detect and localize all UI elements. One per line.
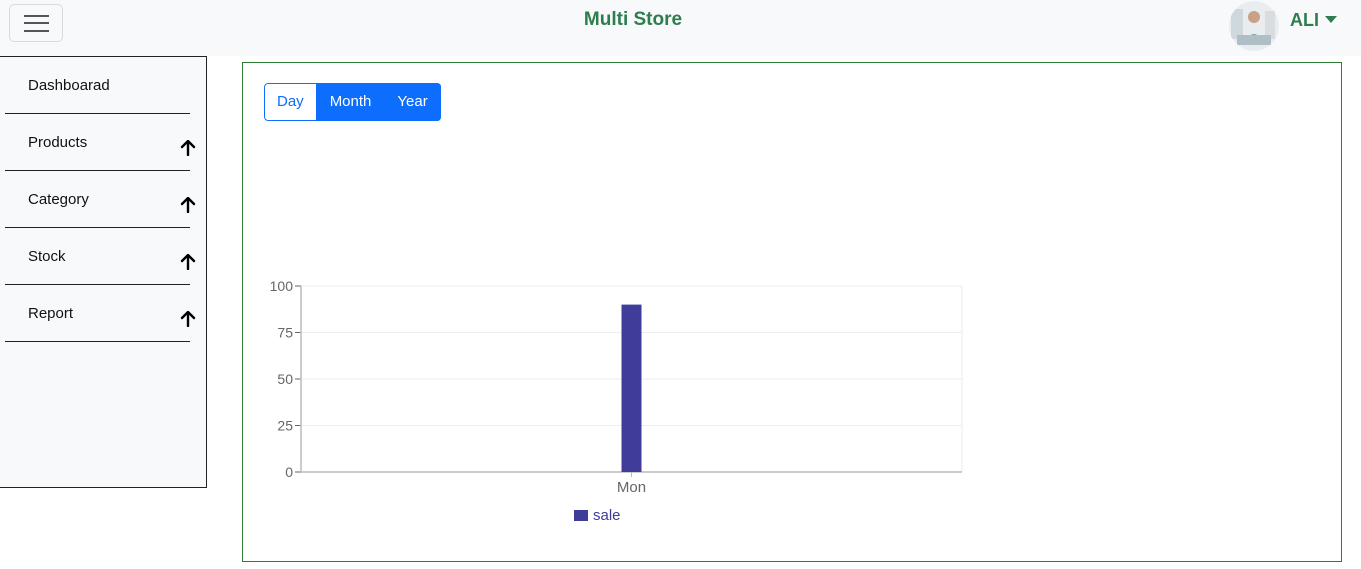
arrow-up-icon — [180, 311, 196, 327]
y-tick-label: 50 — [277, 371, 293, 387]
sidebar-item-dashboard[interactable]: Dashboarad — [5, 57, 190, 114]
sidebar-item-label: Dashboarad — [28, 77, 110, 94]
top-navbar: Multi Store ALI — [0, 0, 1361, 56]
legend-swatch — [574, 510, 588, 521]
sidebar-item-products[interactable]: Products — [5, 114, 196, 171]
brand-title[interactable]: Multi Store — [0, 9, 1266, 31]
y-tick-label: 75 — [277, 325, 293, 341]
sales-chart-card: Day Month Year 0 25 50 75 100 Mon sale — [242, 62, 1342, 562]
avatar[interactable] — [1229, 1, 1279, 51]
sidebar-item-category[interactable]: Category — [5, 171, 196, 228]
sidebar-item-stock[interactable]: Stock — [5, 228, 196, 285]
sidebar-item-label: Products — [28, 134, 88, 151]
sidebar-item-label: Report — [28, 305, 74, 322]
sales-chart: 0 25 50 75 100 Mon sale — [270, 278, 963, 524]
sidebar-item-report[interactable]: Report — [5, 285, 196, 342]
bar-sale — [621, 304, 642, 472]
sidebar-item-label: Category — [28, 191, 89, 208]
arrow-up-icon — [180, 254, 196, 270]
arrow-up-icon — [180, 140, 196, 156]
y-tick-label: 25 — [277, 418, 293, 434]
sidebar-item-label: Stock — [28, 248, 66, 265]
caret-down-icon — [1325, 16, 1337, 23]
y-tick-label: 0 — [285, 464, 293, 480]
user-menu[interactable]: ALI — [1290, 10, 1337, 31]
arrow-up-icon — [180, 197, 196, 213]
y-tick-label: 100 — [270, 278, 294, 294]
sidebar: Dashboarad Products Category Stock Repor… — [0, 56, 207, 488]
x-tick-label: Mon — [617, 479, 646, 496]
legend-label: sale — [593, 507, 621, 524]
user-name: ALI — [1290, 10, 1319, 30]
